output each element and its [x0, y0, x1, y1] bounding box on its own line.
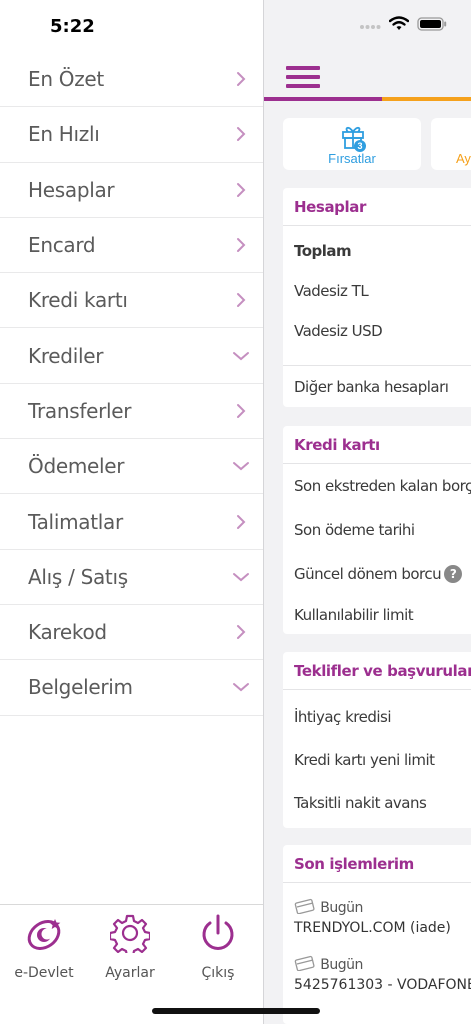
status-bar-time: 5:22 — [50, 16, 95, 37]
chevron-right-icon — [231, 290, 251, 310]
header-accent-bar — [264, 97, 471, 101]
credit-card-title: Kredi kartı — [283, 426, 471, 464]
menu-item-odemeler[interactable]: Ödemeler — [0, 439, 263, 495]
menu-item-alis-satis[interactable]: Alış / Satış — [0, 550, 263, 605]
menu-item-label: Transferler — [28, 398, 132, 423]
edevlet-logo-icon — [24, 913, 64, 953]
menu-item-label: Belgelerim — [28, 675, 133, 700]
offer-row-kredi-karti-limit[interactable]: Kredi kartı yeni limit — [294, 751, 435, 769]
menu-item-transferler[interactable]: Transferler — [0, 384, 263, 440]
transaction-description: TRENDYOL.COM (iade) — [294, 920, 451, 936]
chevron-right-icon — [231, 180, 251, 200]
main-content: 3 Fırsatlar Ay Hesaplar Toplam Vadesiz T… — [263, 0, 471, 1024]
menu-item-belgelerim[interactable]: Belgelerim — [0, 660, 263, 716]
chevron-down-icon — [231, 567, 251, 587]
menu-item-label: En Özet — [28, 67, 104, 92]
menu-item-label: Encard — [28, 233, 96, 258]
card-icon — [294, 955, 316, 975]
current-debt-label: Güncel dönem borcu — [294, 565, 442, 583]
transaction-item[interactable]: Bugün TRENDYOL.COM (iade) — [294, 898, 451, 936]
cikis-button[interactable]: Çıkış — [178, 913, 258, 981]
accounts-title: Hesaplar — [283, 188, 471, 226]
chevron-right-icon — [231, 69, 251, 89]
power-icon — [198, 913, 238, 953]
offer-row-nakit-avans[interactable]: Taksitli nakit avans — [294, 794, 427, 812]
menu-item-label: Kredi kartı — [28, 288, 128, 313]
wifi-icon — [388, 16, 410, 36]
top-bar — [264, 52, 471, 98]
menu-item-label: Karekod — [28, 620, 107, 645]
menu-item-label: Hesaplar — [28, 177, 115, 202]
menu-item-label: Krediler — [28, 343, 104, 368]
home-indicator — [152, 1008, 320, 1014]
credit-card-row-current-debt[interactable]: Güncel dönem borcu? — [294, 565, 463, 583]
hamburger-menu-icon[interactable] — [286, 66, 320, 88]
recent-transactions-card: Son işlemlerim Bugün TRENDYOL.COM (iade)… — [283, 845, 471, 1024]
cikis-label: Çıkış — [201, 965, 235, 981]
offers-title: Teklifler ve başvurular — [283, 652, 471, 690]
card-icon — [294, 898, 316, 918]
credit-card-row-available-limit[interactable]: Kullanılabilir limit — [294, 606, 414, 624]
menu-item-label: Alış / Satış — [28, 564, 128, 589]
help-icon[interactable]: ? — [444, 565, 463, 583]
recent-transactions-title: Son işlemlerim — [283, 845, 471, 883]
status-bar-icons — [359, 16, 447, 36]
gear-icon — [110, 913, 150, 953]
cellular-signal-icon — [359, 17, 381, 35]
account-row-vadesiz-usd[interactable]: Vadesiz USD — [294, 322, 383, 340]
menu-item-talimatlar[interactable]: Talimatlar — [0, 494, 263, 550]
transaction-item[interactable]: Bugün 5425761303 - VODAFONE - — [294, 955, 471, 993]
side-menu-drawer: 5:22 En Özet En Hızlı Hesaplar Encard Kr… — [0, 0, 263, 1024]
offers-card: Teklifler ve başvurular İhtiyaç kredisi … — [283, 652, 471, 828]
menu-item-encard[interactable]: Encard — [0, 218, 263, 274]
menu-item-karekod[interactable]: Karekod — [0, 605, 263, 661]
ayarlar-label: Ayarlar — [105, 965, 155, 981]
menu-item-krediler[interactable]: Krediler — [0, 328, 263, 384]
gift-icon: 3 — [339, 122, 369, 152]
credit-card-card: Kredi kartı Son ekstreden kalan borç Son… — [283, 426, 471, 634]
account-row-vadesiz-tl[interactable]: Vadesiz TL — [294, 282, 369, 300]
menu-item-label: Ödemeler — [28, 454, 125, 479]
battery-icon — [417, 16, 447, 36]
quick-action-button[interactable]: Ay — [431, 118, 471, 170]
transaction-date: Bugün — [320, 900, 363, 916]
credit-card-row-due-date[interactable]: Son ödeme tarihi — [294, 521, 415, 539]
chevron-right-icon — [231, 622, 251, 642]
quick-action-label: Ay — [456, 151, 471, 166]
chevron-right-icon — [231, 124, 251, 144]
firsatlar-button[interactable]: 3 Fırsatlar — [283, 118, 421, 170]
menu-list: En Özet En Hızlı Hesaplar Encard Kredi k… — [0, 52, 263, 716]
menu-item-en-ozet[interactable]: En Özet — [0, 52, 263, 108]
chevron-right-icon — [231, 401, 251, 421]
menu-item-kredi-karti[interactable]: Kredi kartı — [0, 273, 263, 329]
drawer-footer: e-Devlet Ayarlar Çıkış — [0, 904, 263, 1024]
chevron-right-icon — [231, 512, 251, 532]
chevron-down-icon — [231, 456, 251, 476]
chevron-right-icon — [231, 235, 251, 255]
accounts-total-label: Toplam — [294, 242, 352, 260]
menu-item-hesaplar[interactable]: Hesaplar — [0, 163, 263, 218]
transaction-date: Bugün — [320, 957, 363, 973]
transaction-description: 5425761303 - VODAFONE - — [294, 977, 471, 993]
accounts-card: Hesaplar Toplam Vadesiz TL Vadesiz USD D… — [283, 188, 471, 407]
other-bank-accounts-link[interactable]: Diğer banka hesapları — [294, 378, 449, 396]
firsatlar-label: Fırsatlar — [328, 151, 376, 166]
chevron-down-icon — [231, 677, 251, 697]
edevlet-button[interactable]: e-Devlet — [4, 913, 84, 981]
menu-item-en-hizli[interactable]: En Hızlı — [0, 107, 263, 163]
ayarlar-button[interactable]: Ayarlar — [90, 913, 170, 981]
offer-row-ihtiyac-kredisi[interactable]: İhtiyaç kredisi — [294, 708, 392, 726]
menu-item-label: Talimatlar — [28, 509, 123, 534]
credit-card-row-statement-balance[interactable]: Son ekstreden kalan borç — [294, 477, 471, 495]
menu-item-label: En Hızlı — [28, 122, 100, 147]
edevlet-label: e-Devlet — [14, 965, 74, 981]
chevron-down-icon — [231, 346, 251, 366]
